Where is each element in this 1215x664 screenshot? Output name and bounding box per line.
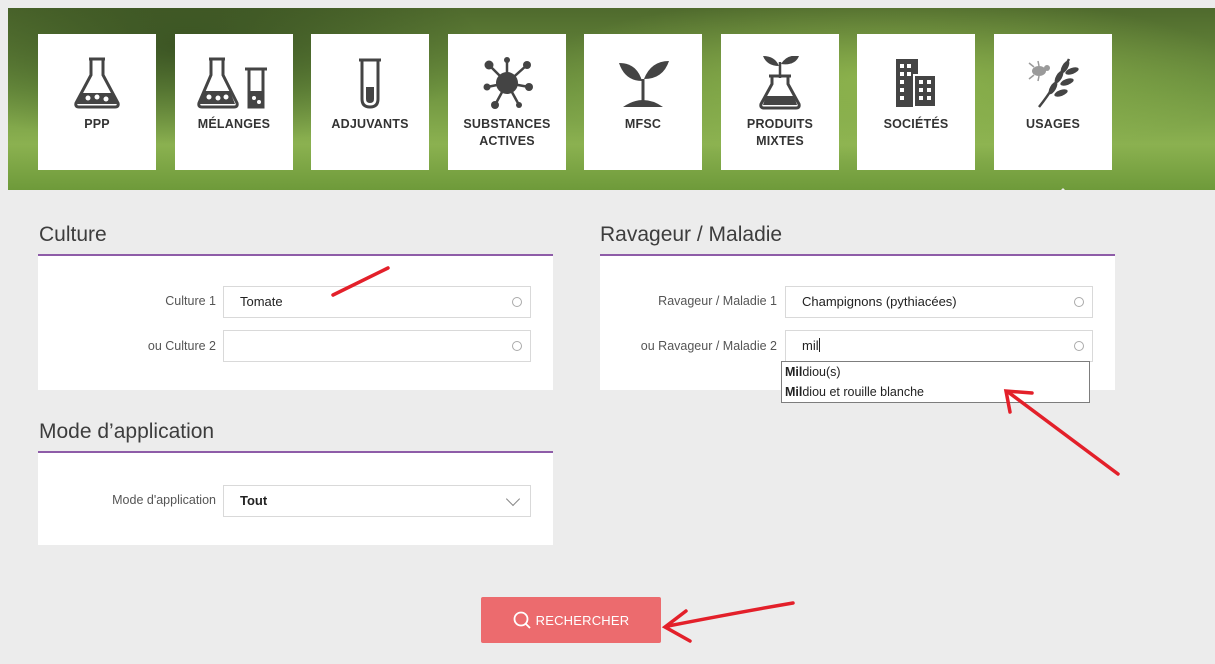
culture1-label: Culture 1 [165,294,216,308]
tile-label: MFSC [624,117,662,131]
search-button[interactable]: RECHERCHER [481,597,661,643]
text-caret [818,338,820,352]
tile-societes[interactable]: SOCIÉTÉS [857,34,975,170]
autocomplete-ring-icon [1074,341,1084,351]
tile-ppp[interactable]: PPP [38,34,156,170]
mode-label: Mode d'application [112,493,216,507]
sprout-icon [584,54,702,112]
suggestion-match: Mil [785,365,803,379]
ravageur1-input[interactable]: Champignons (pythiacées) [785,286,1093,318]
tile-label: SOCIÉTÉS [883,117,949,131]
tile-mfsc[interactable]: MFSC [584,34,702,170]
culture-title: Culture [39,223,107,246]
mode-title: Mode d’application [39,420,215,443]
autocomplete-ring-icon [1074,297,1084,307]
wheat-bug-icon [994,54,1112,112]
culture1-value: Tomate [240,294,283,309]
flasks-icon [175,54,293,112]
active-tile-pointer [1051,188,1075,200]
autocomplete-ring-icon [512,297,522,307]
tile-label-line1: PRODUITS [746,117,814,131]
culture1-input[interactable]: Tomate [223,286,531,318]
tile-label: ADJUVANTS [331,117,409,131]
molecule-icon [448,54,566,112]
mode-select[interactable]: Tout [223,485,531,517]
suggestion-item[interactable]: Mildiou(s) [782,362,1089,382]
ravageur2-input[interactable]: mil [785,330,1093,362]
ravageur2-value: mil [802,338,819,353]
plant-flask-icon [721,54,839,112]
tile-usages[interactable]: USAGES [994,34,1112,170]
mode-panel: Mode d'application Tout [38,451,553,545]
tile-substances-actives[interactable]: SUBSTANCES ACTIVES [448,34,566,170]
search-button-label: RECHERCHER [535,612,630,628]
culture2-label: ou Culture 2 [147,339,216,353]
tile-label-line2: MIXTES [756,134,804,148]
tile-label-line1: SUBSTANCES [463,117,551,131]
tile-label: MÉLANGES [197,117,271,131]
tile-produits-mixtes[interactable]: PRODUITS MIXTES [721,34,839,170]
culture-panel: Culture 1 Tomate ou Culture 2 [38,254,553,390]
tile-label: PRODUITS MIXTES [721,116,839,150]
test-tube-icon [311,54,429,112]
annotation-arrow-suggestions [1003,389,1120,476]
tile-label-line2: ACTIVES [479,134,535,148]
autocomplete-dropdown: Mildiou(s) Mildiou et rouille blanche [781,361,1090,403]
mode-value: Tout [240,493,268,508]
tile-melanges[interactable]: MÉLANGES [175,34,293,170]
search-icon [513,611,531,629]
buildings-icon [857,54,975,112]
suggestion-rest: diou et rouille blanche [802,385,924,399]
tile-adjuvants[interactable]: ADJUVANTS [311,34,429,170]
suggestion-item[interactable]: Mildiou et rouille blanche [782,382,1089,402]
tile-label: PPP [84,117,110,131]
chevron-down-icon [505,491,521,507]
ravageur2-label: ou Ravageur / Maladie 2 [640,339,777,353]
suggestion-match: Mil [785,385,803,399]
culture2-input[interactable] [223,330,531,362]
autocomplete-ring-icon [512,341,522,351]
category-banner: PPP MÉLANGES ADJUVANTS SUBSTANCES ACTIVE… [8,8,1215,200]
tile-label: SUBSTANCES ACTIVES [448,116,566,150]
ravageur-title: Ravageur / Maladie [600,223,783,246]
flask-icon [38,54,156,112]
tile-label: USAGES [1026,117,1080,131]
ravageur1-value: Champignons (pythiacées) [802,294,957,309]
suggestion-rest: diou(s) [802,365,841,379]
ravageur1-label: Ravageur / Maladie 1 [658,294,777,308]
annotation-arrow-search [661,601,795,643]
